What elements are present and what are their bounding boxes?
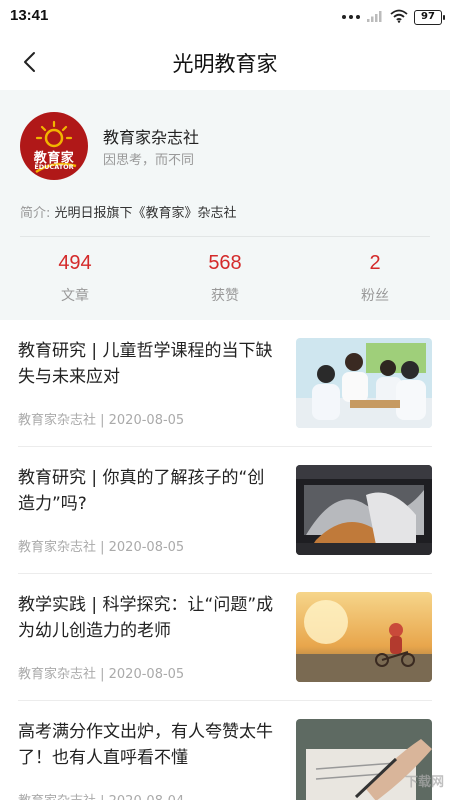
article-title: 教育研究 | 儿童哲学课程的当下缺失与未来应对 <box>18 341 273 387</box>
stat-value: 2 <box>369 252 381 274</box>
title-bar: 光明教育家 <box>0 34 450 90</box>
publisher-intro: 简介: 光明日报旗下《教育家》杂志社 <box>20 202 237 221</box>
article-item[interactable]: 教学实践 | 科学探究：让“问题”成为幼儿创造力的老师 教育家杂志社 | 202… <box>18 574 432 701</box>
article-item[interactable]: 教育研究 | 儿童哲学课程的当下缺失与未来应对 教育家杂志社 | 2020-08… <box>18 320 432 447</box>
status-time: 13:41 <box>10 7 49 24</box>
logo-subtext: EDUCATOR <box>34 163 74 171</box>
wifi-icon <box>390 8 408 27</box>
stat-value: 568 <box>208 252 242 274</box>
stat-likes[interactable]: 568 获赞 <box>150 246 300 312</box>
more-dots-icon <box>342 15 360 19</box>
stat-articles[interactable]: 494 文章 <box>0 246 150 312</box>
article-item[interactable]: 高考满分作文出炉，有人夸赞太牛了！也有人直呼看不懂 教育家杂志社 | 2020-… <box>18 701 432 800</box>
profile-card: 教育家 EDUCATOR 教育家杂志社 因思考，而不同 简介: 光明日报旗下《教… <box>0 90 450 320</box>
stat-label: 获赞 <box>211 288 239 304</box>
article-title: 高考满分作文出炉，有人夸赞太牛了！也有人直呼看不懂 <box>18 722 273 768</box>
stats-row: 494 文章 568 获赞 2 粉丝 <box>0 246 450 312</box>
publisher-name: 教育家杂志社 <box>103 128 200 147</box>
intro-text: 光明日报旗下《教育家》杂志社 <box>54 206 237 221</box>
article-meta: 教育家杂志社 | 2020-08-04 <box>18 790 184 800</box>
publisher-slogan: 因思考，而不同 <box>103 153 195 168</box>
stat-label: 粉丝 <box>361 288 389 304</box>
stat-label: 文章 <box>61 288 89 304</box>
watermark: 下载网 <box>404 775 444 790</box>
stat-value: 494 <box>58 252 92 274</box>
article-title: 教学实践 | 科学探究：让“问题”成为幼儿创造力的老师 <box>18 595 274 641</box>
status-bar: 13:41 97 <box>0 0 450 34</box>
page-title: 光明教育家 <box>172 52 278 76</box>
article-meta: 教育家杂志社 | 2020-08-05 <box>18 667 185 682</box>
signal-icon <box>366 8 384 27</box>
article-thumbnail <box>296 465 432 555</box>
divider <box>20 236 430 237</box>
battery-indicator: 97 <box>414 9 445 25</box>
article-meta: 教育家杂志社 | 2020-08-05 <box>18 413 185 428</box>
intro-label: 简介: <box>20 206 51 221</box>
article-meta: 教育家杂志社 | 2020-08-05 <box>18 540 185 555</box>
article-thumbnail <box>296 592 432 682</box>
stat-followers[interactable]: 2 粉丝 <box>300 246 450 312</box>
article-title: 教育研究 | 你真的了解孩子的“创造力”吗? <box>18 468 265 514</box>
article-thumbnail <box>296 338 432 428</box>
status-icons: 97 <box>342 7 445 27</box>
article-list: 教育研究 | 儿童哲学课程的当下缺失与未来应对 教育家杂志社 | 2020-08… <box>0 320 450 800</box>
publisher-logo: 教育家 EDUCATOR <box>20 112 88 180</box>
article-item[interactable]: 教育研究 | 你真的了解孩子的“创造力”吗? 教育家杂志社 | 2020-08-… <box>18 447 432 574</box>
